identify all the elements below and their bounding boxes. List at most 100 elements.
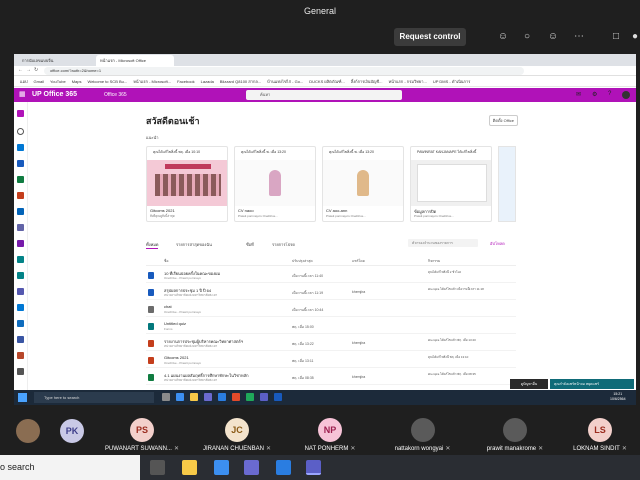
mail-icon[interactable] xyxy=(276,460,291,475)
bookmark-item[interactable]: แอป xyxy=(20,77,28,86)
more-options-icon[interactable]: ⋯ xyxy=(572,30,586,44)
bookmark-item[interactable]: YouTube xyxy=(50,77,66,86)
upload-button[interactable]: อัปโหลด xyxy=(490,240,505,247)
bookmark-item[interactable]: UP DMS - ดำเนินการ xyxy=(433,77,471,86)
store-icon[interactable] xyxy=(244,460,259,475)
recommended-card[interactable]: คุณได้แก้ไขสิ่งนี้ พ. เมื่อ 13:20 CV aoo… xyxy=(322,146,404,222)
bookmark-item[interactable]: หน้าแรก - กรมวิทยา... xyxy=(388,77,426,86)
sharepoint-icon[interactable] xyxy=(17,256,24,263)
task-view-icon[interactable] xyxy=(150,460,165,475)
line-icon[interactable] xyxy=(246,393,254,401)
bookmark-item[interactable]: หน้าแรก - Microsoft... xyxy=(133,77,171,86)
account-avatar[interactable] xyxy=(622,91,630,99)
participant-tile[interactable]: PS PUWANART SUWANN... ✕ xyxy=(95,405,189,455)
sharing-banner[interactable]: คุณกำลังแชร์หน้าจอ หยุดแชร์ xyxy=(550,379,634,389)
create-icon[interactable] xyxy=(17,128,24,135)
tab-shared[interactable]: ชื่อที่ xyxy=(246,241,254,248)
tab-favorites[interactable]: รายการโปรด xyxy=(272,241,295,248)
mail-icon[interactable] xyxy=(218,393,226,401)
table-row[interactable]: Gitcoms 2021 OneDrive - Prawit pornnayo พฤ… xyxy=(146,353,516,368)
file-explorer-icon[interactable] xyxy=(182,460,197,475)
word-taskbar-icon[interactable] xyxy=(274,393,282,401)
excel-icon[interactable] xyxy=(17,176,24,183)
teams-icon[interactable] xyxy=(17,224,24,231)
recommended-card[interactable]: PAWINRAT KANJANAPE ได้แก้ไขสิ่งนี้ ข้อมู… xyxy=(410,146,492,222)
help-icon[interactable]: ? xyxy=(608,91,611,97)
reactions-icon[interactable]: ☺ xyxy=(546,30,560,44)
reload-icon[interactable]: ↻ xyxy=(34,67,38,73)
screen-toast[interactable]: ดูปัญหาอื่น xyxy=(510,379,548,389)
col-name[interactable]: ชื่อ xyxy=(164,258,168,264)
outlook-icon[interactable] xyxy=(17,144,24,151)
file-name[interactable]: chat xyxy=(164,304,294,309)
home-icon[interactable] xyxy=(17,110,24,117)
filter-input[interactable]: ตัวกรองจำนวนของรายการ xyxy=(408,239,478,247)
calendar-icon[interactable] xyxy=(17,304,24,311)
host-taskbar-search[interactable]: o search xyxy=(0,455,140,480)
onedrive-icon[interactable] xyxy=(17,208,24,215)
windows-start-icon[interactable] xyxy=(18,393,27,402)
bookmark-item[interactable]: Welcome to SCB Bu... xyxy=(87,77,127,86)
edge-icon[interactable] xyxy=(214,460,229,475)
teams-taskbar-icon[interactable] xyxy=(306,460,321,475)
table-row[interactable]: 10 ที่เรียนบ่อยครั้งในคณะของผม OneDrive -… xyxy=(146,268,516,283)
edge-icon[interactable] xyxy=(176,393,184,401)
col-shared-by[interactable]: แชร์โดย xyxy=(352,258,365,264)
participant-tile[interactable]: JC JIRANAN CHUENBAN ✕ xyxy=(190,405,284,455)
table-row[interactable]: Untitled quiz Forms พฤ. เมื่อ 15:00 xyxy=(146,319,516,334)
back-icon[interactable]: ← xyxy=(18,67,23,73)
participant-avatar[interactable]: PK xyxy=(60,419,84,443)
col-activity[interactable]: กิจกรรม xyxy=(428,258,440,264)
teams-taskbar-icon[interactable] xyxy=(260,393,268,401)
bookmark-item[interactable]: Lazada xyxy=(201,77,214,86)
bookmark-item[interactable]: Blizzard Q8100 สากล... xyxy=(220,77,261,86)
shared-taskbar-search[interactable]: Type here to search xyxy=(34,392,154,403)
table-row[interactable]: 4.1 แผนงานผลสัมฤทธิ์การศึกษาทักษะในวิชาห… xyxy=(146,370,516,385)
office-search-input[interactable]: ค้นหา xyxy=(246,90,402,100)
table-row[interactable]: รายงานการประชุมผู้บริหารคณะวิทยาศาสตร์ฯห… xyxy=(146,336,516,351)
planner-icon[interactable] xyxy=(17,336,24,343)
bookmark-item[interactable]: บ้านแห่งไข่ไก่ - Go... xyxy=(267,77,303,86)
office-app-name[interactable]: Office 365 xyxy=(104,88,127,102)
bookmark-item[interactable]: Gmail xyxy=(34,77,44,86)
request-control-button[interactable]: Request control xyxy=(394,28,466,46)
address-bar[interactable]: office.com/?auth=2&home=1 xyxy=(44,67,524,75)
file-explorer-icon[interactable] xyxy=(190,393,198,401)
participant-tile[interactable]: LS LOKNAM SINDIT ✕ xyxy=(560,405,640,455)
mic-icon[interactable]: ● xyxy=(628,30,640,44)
task-view-icon[interactable] xyxy=(162,393,170,401)
bookmark-item[interactable]: Facebook xyxy=(177,77,195,86)
onenote-icon[interactable] xyxy=(17,240,24,247)
app-launcher-icon[interactable]: ▦ xyxy=(19,91,26,99)
participant-tile[interactable]: nattakorn wongyai ✕ xyxy=(375,405,470,455)
sway-icon[interactable] xyxy=(17,288,24,295)
people-icon[interactable] xyxy=(17,320,24,327)
table-row[interactable]: สรุปผลการประชุม 1 ปี ปี 64 หน่วยงานวิทยาล… xyxy=(146,285,516,300)
chat-icon[interactable]: ○ xyxy=(520,30,534,44)
recommended-card[interactable]: คุณได้แก้ไขสิ่งนี้ พฤ. เมื่อ 10:10 Gitco… xyxy=(146,146,228,222)
recommended-card-partial[interactable] xyxy=(498,146,516,222)
settings-icon[interactable]: ⚙ xyxy=(592,91,597,98)
tab-all[interactable]: ทั้งหมด xyxy=(146,241,159,249)
forms-icon[interactable] xyxy=(17,272,24,279)
file-name[interactable]: Gitcoms 2021 xyxy=(164,355,294,360)
store-icon[interactable] xyxy=(204,393,212,401)
participant-photo[interactable] xyxy=(16,419,40,443)
browser-tab[interactable]: การนับเลขแบบจีน xyxy=(18,55,94,66)
word-icon[interactable] xyxy=(17,160,24,167)
powerpoint-icon[interactable] xyxy=(17,192,24,199)
all-apps-icon[interactable] xyxy=(17,368,24,375)
table-row[interactable]: chat OneDrive - Prawit pornnayo เมื่อวานนี… xyxy=(146,302,516,317)
chrome-icon[interactable] xyxy=(232,393,240,401)
browser-tab-active[interactable]: หน้าแรก - Microsoft Office xyxy=(96,55,174,66)
notification-icon[interactable]: ✉ xyxy=(576,91,581,98)
recommended-card[interactable]: คุณได้แก้ไขสิ่งนี้ พ. เมื่อ 13:20 CV nao… xyxy=(234,146,316,222)
stream-icon[interactable] xyxy=(17,352,24,359)
camera-icon[interactable]: □ xyxy=(609,30,623,44)
bookmark-item[interactable]: ลิ้งก์การเงินบัญชี... xyxy=(351,77,383,86)
tab-recent[interactable]: รายการล่าสุดของฉัน xyxy=(176,241,212,248)
participant-tile[interactable]: prawit manakrome ✕ xyxy=(470,405,560,455)
forward-icon[interactable]: → xyxy=(26,67,31,73)
file-name[interactable]: Untitled quiz xyxy=(164,321,294,326)
bookmark-item[interactable]: DUCKS ผลิตภัณฑ์... xyxy=(309,77,345,86)
